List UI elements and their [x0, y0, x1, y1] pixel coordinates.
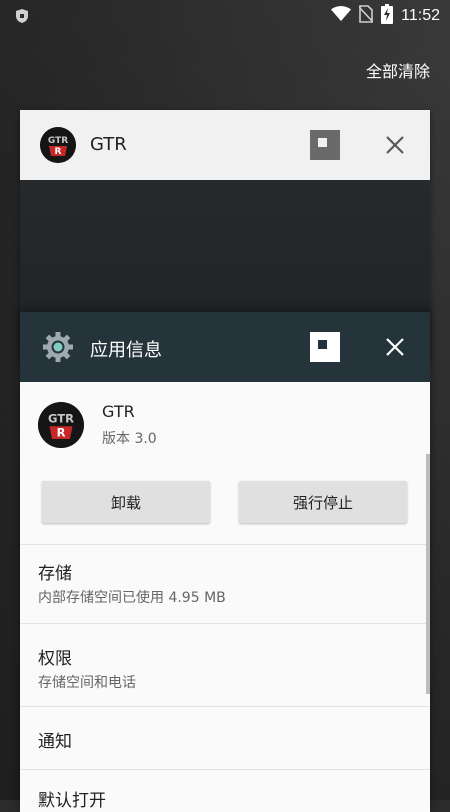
gtr-app-icon: GTR R — [40, 127, 76, 163]
svg-text:GTR: GTR — [48, 411, 74, 425]
permissions-subtitle: 存储空间和电话 — [38, 675, 136, 691]
status-bar: 11:52 — [0, 0, 450, 32]
permissions-title: 权限 — [38, 649, 72, 669]
open-by-default-item[interactable]: 默认打开 — [20, 770, 430, 812]
multi-window-button[interactable] — [310, 130, 340, 160]
clear-all-button[interactable]: 全部清除 — [366, 58, 430, 82]
force-stop-button[interactable]: 强行停止 — [239, 481, 407, 523]
card-title: 应用信息 — [90, 340, 162, 361]
recent-card-app-info[interactable]: 应用信息 GTR R GTR 版本 3.0 卸载 强行停止 存储 内部存储空间已… — [20, 312, 430, 812]
open-by-default-title: 默认打开 — [38, 791, 106, 811]
settings-gear-icon — [40, 329, 76, 365]
wifi-icon — [331, 6, 352, 26]
card-title: GTR — [90, 134, 127, 155]
battery-charging-icon — [381, 4, 394, 28]
app-version: 版本 3.0 — [102, 431, 157, 447]
svg-text:GTR: GTR — [48, 136, 68, 146]
card-header: GTR R GTR — [20, 110, 430, 180]
app-info-content: GTR R GTR 版本 3.0 卸载 强行停止 存储 内部存储空间已使用 4.… — [20, 382, 430, 812]
shield-icon — [14, 8, 30, 24]
scrollbar[interactable] — [426, 454, 430, 694]
multi-window-button[interactable] — [310, 332, 340, 362]
no-sim-icon — [358, 5, 374, 27]
storage-title: 存储 — [38, 564, 72, 584]
notifications-item[interactable]: 通知 — [20, 707, 430, 769]
storage-item[interactable]: 存储 内部存储空间已使用 4.95 MB — [20, 545, 430, 623]
svg-text:R: R — [57, 426, 66, 440]
close-icon[interactable] — [384, 336, 406, 358]
svg-text:R: R — [55, 147, 62, 157]
gtr-app-icon: GTR R — [38, 402, 84, 448]
storage-subtitle: 内部存储空间已使用 4.95 MB — [38, 590, 226, 606]
close-icon[interactable] — [384, 134, 406, 156]
notifications-title: 通知 — [38, 732, 72, 752]
clock: 11:52 — [401, 7, 440, 24]
uninstall-button[interactable]: 卸载 — [42, 481, 210, 523]
app-name: GTR — [102, 402, 135, 421]
permissions-item[interactable]: 权限 存储空间和电话 — [20, 624, 430, 706]
card-header: 应用信息 — [20, 312, 430, 382]
